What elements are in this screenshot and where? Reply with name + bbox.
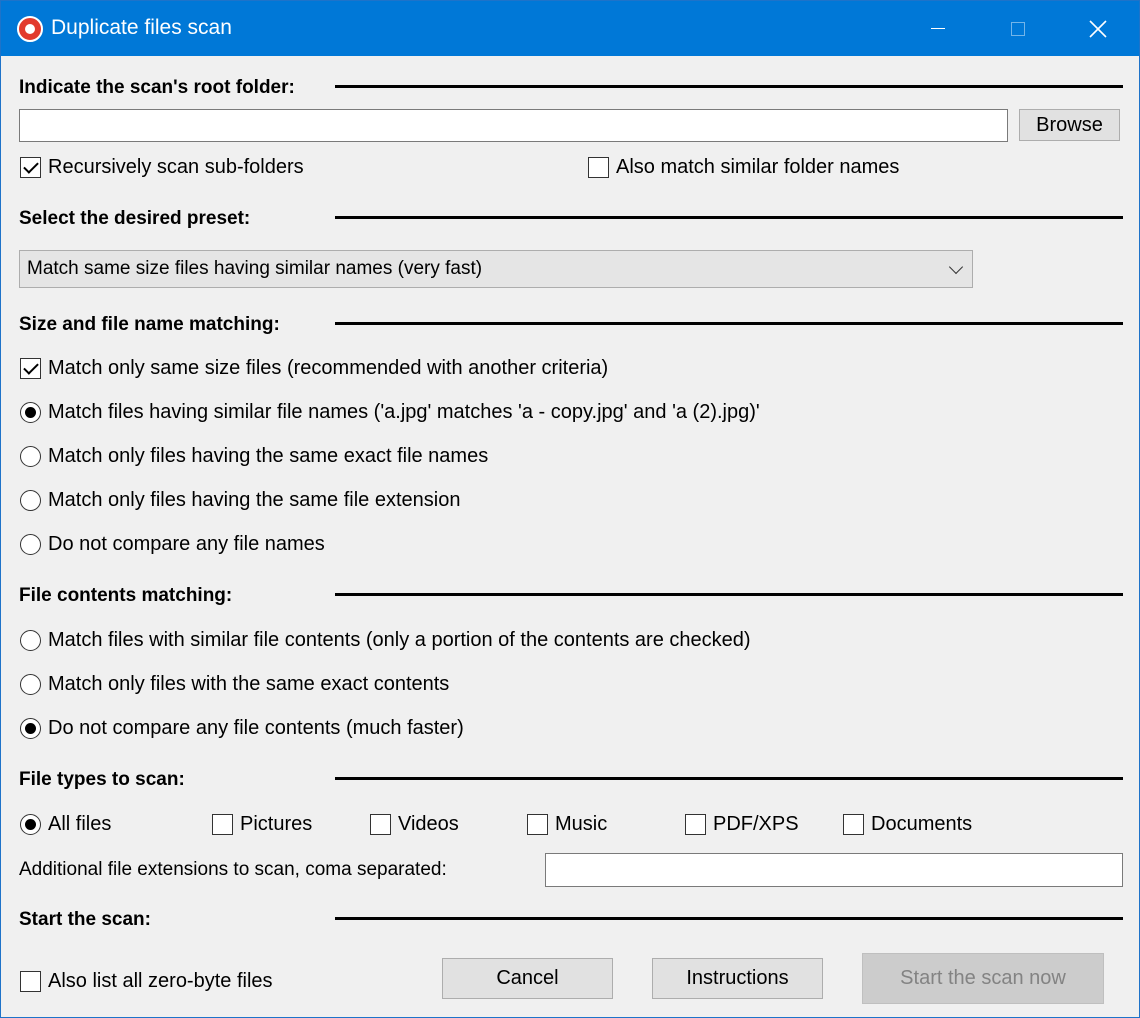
type-pdfxps-label[interactable]: PDF/XPS bbox=[713, 813, 799, 836]
contents-option-similar-label[interactable]: Match files with similar file contents (… bbox=[48, 629, 751, 652]
contents-option-similar-radio[interactable] bbox=[20, 630, 41, 651]
similar-folders-label[interactable]: Also match similar folder names bbox=[616, 156, 899, 179]
instructions-button[interactable]: Instructions bbox=[652, 958, 823, 999]
section-divider bbox=[335, 777, 1123, 780]
type-documents-checkbox[interactable] bbox=[843, 814, 864, 835]
section-divider bbox=[335, 593, 1123, 596]
name-option-none-label[interactable]: Do not compare any file names bbox=[48, 533, 325, 556]
name-option-exact-label[interactable]: Match only files having the same exact f… bbox=[48, 445, 488, 468]
name-option-extension-radio[interactable] bbox=[20, 490, 41, 511]
name-option-similar-radio[interactable] bbox=[20, 402, 41, 423]
section-divider bbox=[335, 216, 1123, 219]
minimize-icon bbox=[931, 28, 945, 29]
name-option-none-radio[interactable] bbox=[20, 534, 41, 555]
chevron-down-icon bbox=[948, 259, 964, 275]
recursive-checkbox[interactable] bbox=[20, 157, 41, 178]
zero-byte-label[interactable]: Also list all zero-byte files bbox=[48, 970, 273, 993]
minimize-button[interactable] bbox=[903, 1, 973, 56]
contents-option-none-radio[interactable] bbox=[20, 718, 41, 739]
similar-folders-checkbox[interactable] bbox=[588, 157, 609, 178]
close-icon bbox=[1089, 19, 1107, 38]
name-option-extension-label[interactable]: Match only files having the same file ex… bbox=[48, 489, 460, 512]
section-divider bbox=[335, 85, 1123, 88]
close-button[interactable] bbox=[1063, 1, 1133, 56]
start-scan-button[interactable]: Start the scan now bbox=[862, 953, 1104, 1004]
recursive-label[interactable]: Recursively scan sub-folders bbox=[48, 156, 304, 179]
type-pictures-label[interactable]: Pictures bbox=[240, 813, 312, 836]
type-videos-label[interactable]: Videos bbox=[398, 813, 459, 836]
extensions-label: Additional file extensions to scan, coma… bbox=[19, 859, 447, 880]
section-divider bbox=[335, 917, 1123, 920]
contents-option-exact-radio[interactable] bbox=[20, 674, 41, 695]
type-pictures-checkbox[interactable] bbox=[212, 814, 233, 835]
zero-byte-checkbox[interactable] bbox=[20, 971, 41, 992]
name-option-similar-label[interactable]: Match files having similar file names ('… bbox=[48, 401, 760, 424]
preset-dropdown[interactable]: Match same size files having similar nam… bbox=[19, 250, 973, 288]
section-divider bbox=[335, 322, 1123, 325]
same-size-checkbox[interactable] bbox=[20, 358, 41, 379]
preset-selected-value: Match same size files having similar nam… bbox=[27, 258, 483, 279]
all-files-radio[interactable] bbox=[20, 814, 41, 835]
type-videos-checkbox[interactable] bbox=[370, 814, 391, 835]
contents-option-none-label[interactable]: Do not compare any file contents (much f… bbox=[48, 717, 464, 740]
browse-button[interactable]: Browse bbox=[1019, 109, 1120, 141]
root-folder-input[interactable] bbox=[19, 109, 1008, 142]
type-music-label[interactable]: Music bbox=[555, 813, 607, 836]
type-pdfxps-checkbox[interactable] bbox=[685, 814, 706, 835]
type-documents-label[interactable]: Documents bbox=[871, 813, 972, 836]
same-size-label[interactable]: Match only same size files (recommended … bbox=[48, 357, 608, 380]
extensions-input[interactable] bbox=[545, 853, 1123, 887]
size-name-heading: Size and file name matching: bbox=[19, 314, 280, 335]
maximize-button[interactable] bbox=[983, 1, 1053, 56]
duplicate-scan-window: Duplicate files scan Indicate the scan's… bbox=[0, 0, 1140, 1018]
title-bar: Duplicate files scan bbox=[1, 1, 1139, 56]
maximize-icon bbox=[1011, 21, 1025, 36]
file-types-heading: File types to scan: bbox=[19, 769, 185, 790]
preset-heading: Select the desired preset: bbox=[19, 208, 251, 229]
contents-heading: File contents matching: bbox=[19, 585, 233, 606]
type-music-checkbox[interactable] bbox=[527, 814, 548, 835]
start-heading: Start the scan: bbox=[19, 909, 151, 930]
window-title: Duplicate files scan bbox=[51, 16, 232, 39]
name-option-exact-radio[interactable] bbox=[20, 446, 41, 467]
contents-option-exact-label[interactable]: Match only files with the same exact con… bbox=[48, 673, 449, 696]
all-files-label[interactable]: All files bbox=[48, 813, 111, 836]
cancel-button[interactable]: Cancel bbox=[442, 958, 613, 999]
app-logo-icon bbox=[17, 16, 43, 42]
root-folder-heading: Indicate the scan's root folder: bbox=[19, 77, 295, 98]
